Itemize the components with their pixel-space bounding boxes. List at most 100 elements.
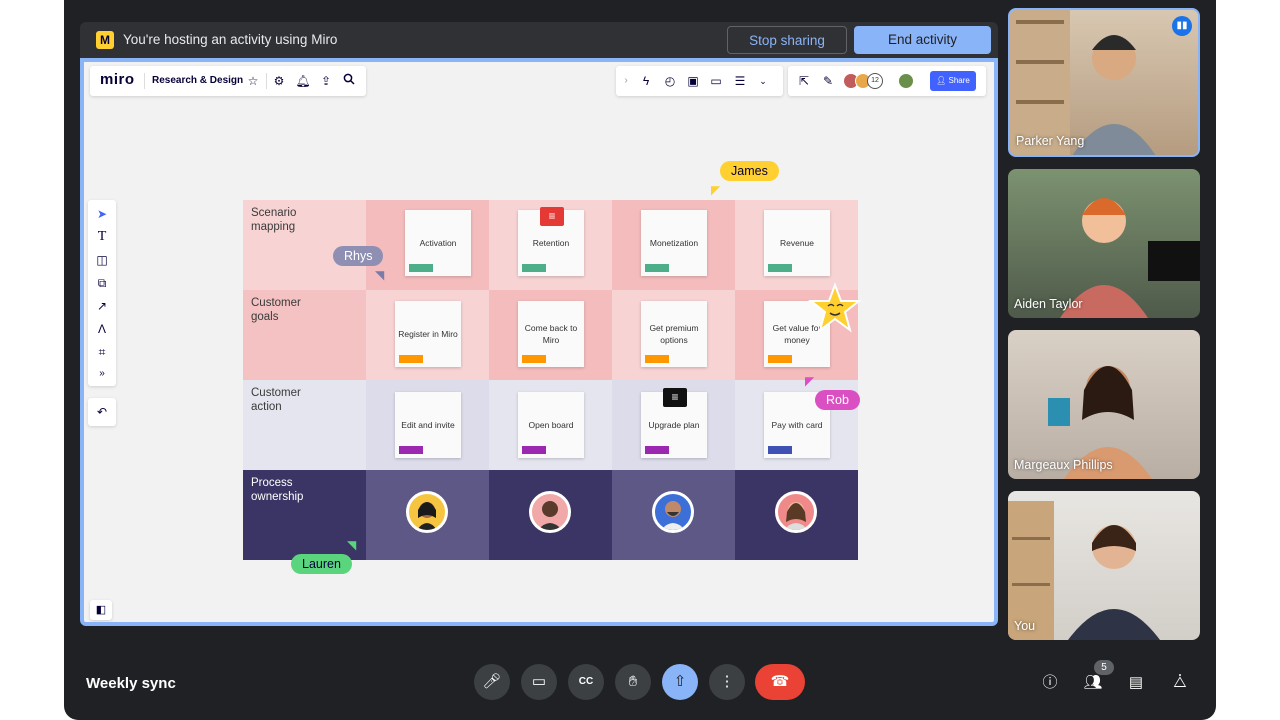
more-icon: ⋮	[719, 673, 735, 690]
mic-button[interactable]: 🎤︎	[474, 664, 510, 700]
sticky-text: Pay with card	[771, 420, 823, 430]
collaborator-count[interactable]: 12	[867, 73, 883, 89]
sticky-tag	[645, 355, 669, 363]
avatar[interactable]	[529, 491, 571, 533]
people-icon[interactable]: 👥︎	[1083, 673, 1103, 693]
sticky-tag	[522, 264, 546, 272]
cursor-label-lauren: Lauren	[291, 554, 352, 574]
search-icon[interactable]	[341, 73, 357, 89]
more-icon[interactable]: ⌄	[755, 73, 771, 89]
undo-icon[interactable]: ↶	[94, 404, 110, 420]
end-call-icon: ☎︎	[770, 673, 790, 690]
bell-icon[interactable]: 🔔︎	[295, 73, 311, 89]
comment-icon[interactable]: ≡	[663, 388, 687, 407]
scenario-grid: Scenario mapping Customer goals Customer…	[243, 161, 862, 574]
sticky-note[interactable]: Revenue	[764, 210, 830, 276]
user-icon: 👤︎	[936, 76, 949, 85]
row-label-customer-action[interactable]: Customer action	[243, 380, 366, 470]
miro-tool-palette: ➤ T ◫ ⧉ ↗ Ʌ ⌗ »	[88, 200, 116, 386]
sticky-note[interactable]: Activation	[405, 210, 471, 276]
sticky-note[interactable]: Edit and invite	[395, 392, 461, 458]
sticky-note[interactable]: Come back to Miro	[518, 301, 584, 367]
stop-sharing-button[interactable]: Stop sharing	[727, 26, 847, 54]
captions-icon: CC	[578, 676, 594, 687]
activity-message: You're hosting an activity using Miro	[123, 32, 338, 47]
miro-logo-icon: M	[96, 31, 114, 49]
sticky-text: Upgrade plan	[648, 420, 700, 430]
participant-tile[interactable]: ▮▮ Parker Yang	[1008, 8, 1200, 157]
sticky-text: Get premium options	[649, 323, 699, 345]
present-icon: ⇧	[673, 673, 687, 690]
present-button[interactable]: ⇧	[662, 664, 698, 700]
raise-hand-button[interactable]: ✋︎	[615, 664, 651, 700]
miro-board[interactable]: miro Research & Design ☆ ⚙ 🔔︎ ⇪ › ϟ ◴ ▣ …	[80, 58, 998, 626]
sticky-note[interactable]: Register in Miro	[395, 301, 461, 367]
meet-window: M You're hosting an activity using Miro …	[64, 0, 1216, 720]
gear-icon[interactable]: ⚙	[271, 73, 287, 89]
pen-icon[interactable]: ↗	[94, 298, 110, 314]
more-options-button[interactable]: ⋮	[709, 664, 745, 700]
my-avatar[interactable]	[898, 73, 914, 89]
undo-toolbar: ↶	[88, 398, 116, 426]
divider	[266, 73, 267, 89]
captions-button[interactable]: CC	[568, 664, 604, 700]
sticky-tag	[399, 446, 423, 454]
row-label-scenario-mapping[interactable]: Scenario mapping	[243, 200, 366, 290]
participant-name: You	[1014, 619, 1036, 633]
panel-toggle[interactable]: ◧	[90, 600, 112, 620]
row-label-customer-goals[interactable]: Customer goals	[243, 290, 366, 380]
cursor-pointer-icon: ◥	[347, 538, 357, 552]
star-sticker-icon[interactable]	[808, 282, 862, 336]
miro-logo[interactable]: miro	[100, 71, 135, 88]
celebrate-icon[interactable]: ✎	[820, 73, 836, 89]
end-activity-button[interactable]: End activity	[854, 26, 991, 54]
end-call-button[interactable]: ☎︎	[755, 664, 805, 700]
present-icon[interactable]: ▣	[685, 73, 701, 89]
divider	[144, 73, 145, 89]
info-icon[interactable]: ⓘ	[1040, 673, 1060, 693]
shapes-icon[interactable]: ⧉	[94, 275, 110, 291]
avatar[interactable]	[652, 491, 694, 533]
chat-icon[interactable]: ▤	[1126, 673, 1146, 693]
sticky-note-icon[interactable]: ◫	[94, 252, 110, 268]
upload-icon[interactable]: ⇪	[318, 73, 334, 89]
share-button[interactable]: 👤︎ Share	[930, 71, 976, 91]
activities-icon[interactable]: ⧊	[1170, 673, 1190, 693]
text-icon[interactable]: T	[94, 229, 110, 245]
comment-icon[interactable]: ≡	[540, 207, 564, 226]
cursor-label-james: James	[720, 161, 779, 181]
comment-icon[interactable]: ▭	[708, 73, 724, 89]
cursor-label-rhys: Rhys	[333, 246, 384, 266]
timer-icon[interactable]: ◴	[662, 73, 678, 89]
connector-icon[interactable]: Ʌ	[94, 321, 110, 337]
speaking-indicator-icon: ▮▮	[1172, 16, 1192, 36]
sticky-text: Come back to Miro	[524, 323, 578, 345]
sticky-tag	[645, 446, 669, 454]
board-name[interactable]: Research & Design	[152, 75, 243, 86]
sticky-note[interactable]: Monetization	[641, 210, 707, 276]
participant-tile[interactable]: Margeaux Phillips	[1008, 330, 1200, 479]
sticky-tag	[522, 446, 546, 454]
cursor-icon[interactable]: ➤	[94, 206, 110, 222]
avatar[interactable]	[406, 491, 448, 533]
sticky-text: Edit and invite	[401, 420, 455, 430]
participant-tile[interactable]: You	[1008, 491, 1200, 640]
notes-icon[interactable]: ☰	[732, 73, 748, 89]
chevron-right-icon[interactable]: ›	[618, 73, 634, 89]
camera-icon: ▭	[531, 673, 547, 690]
star-icon[interactable]: ☆	[245, 73, 261, 89]
sticky-text: Monetization	[649, 238, 699, 248]
sticky-note[interactable]: Open board	[518, 392, 584, 458]
participant-tile[interactable]: Aiden Taylor	[1008, 169, 1200, 318]
frame-icon[interactable]: ⌗	[94, 344, 110, 360]
miro-top-toolbar: miro Research & Design ☆ ⚙ 🔔︎ ⇪	[90, 66, 366, 96]
follow-icon[interactable]: ⇱	[796, 73, 812, 89]
camera-button[interactable]: ▭	[521, 664, 557, 700]
sticky-note[interactable]: Get premium options	[641, 301, 707, 367]
participant-name: Margeaux Phillips	[1014, 458, 1113, 472]
mic-icon: 🎤︎	[482, 673, 502, 690]
lightning-icon[interactable]: ϟ	[638, 73, 654, 89]
participant-name: Aiden Taylor	[1014, 297, 1083, 311]
more-tools-icon[interactable]: »	[94, 366, 110, 382]
avatar[interactable]	[775, 491, 817, 533]
